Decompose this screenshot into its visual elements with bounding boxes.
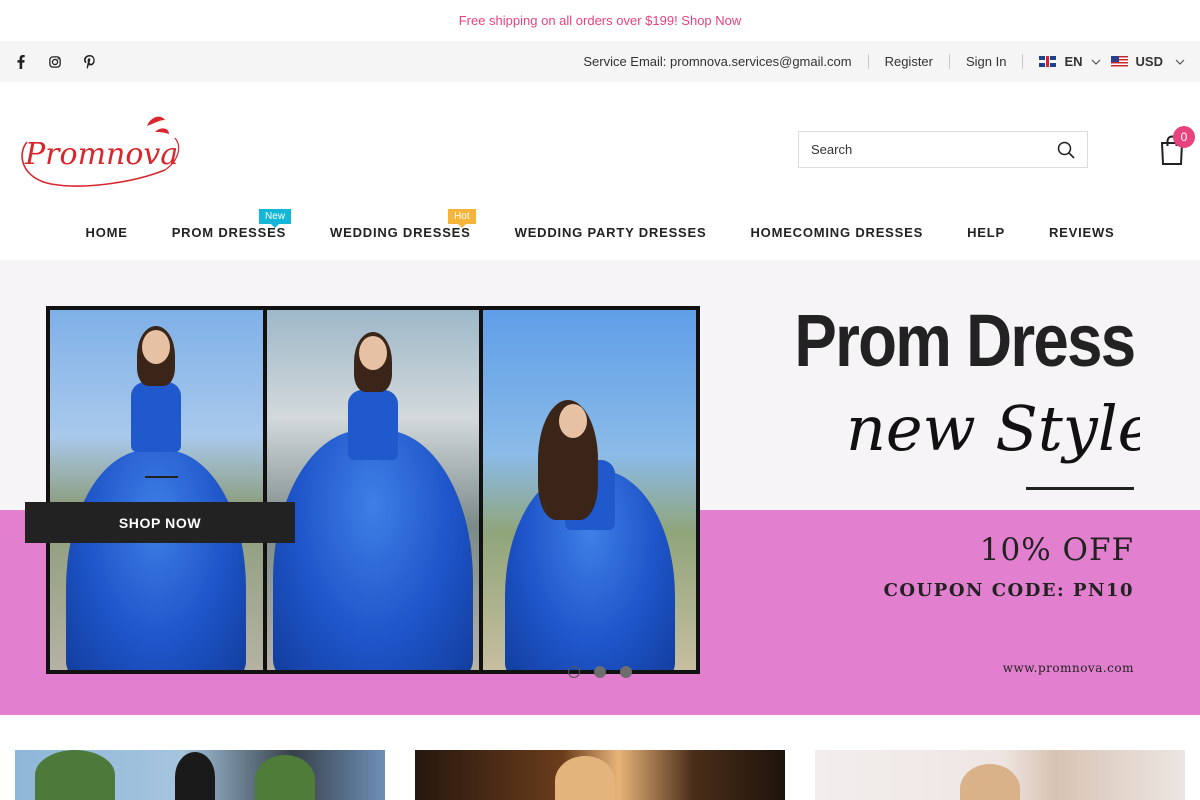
nav-item-wedding-dresses[interactable]: Hot WEDDING DRESSES	[308, 204, 493, 260]
model-photo	[483, 310, 697, 670]
hero-banner[interactable]: SHOP NOW Prom Dress new Style 10% OFF CO…	[0, 260, 1200, 715]
card-image-detail	[555, 756, 615, 800]
card-image-detail	[35, 750, 115, 800]
card-image-detail	[255, 755, 315, 800]
search-icon[interactable]	[1057, 141, 1075, 159]
service-email: Service Email: promnova.services@gmail.c…	[583, 54, 852, 69]
slider-dot[interactable]	[568, 666, 580, 678]
divider	[867, 54, 869, 69]
nav-item-help[interactable]: HELP	[945, 204, 1027, 260]
new-badge: New	[259, 209, 292, 228]
sign-in-link[interactable]: Sign In	[966, 54, 1006, 69]
hot-badge: Hot	[448, 209, 476, 228]
register-link[interactable]: Register	[885, 54, 933, 69]
nav-label: HOMECOMING DRESSES	[750, 224, 924, 240]
hero-script-text: new Style	[846, 392, 1140, 465]
pinterest-icon[interactable]	[83, 54, 95, 69]
social-links	[15, 54, 95, 69]
nav-item-prom-dresses[interactable]: New PROM DRESSES	[150, 204, 308, 260]
hero-title: Prom Dress	[793, 299, 1136, 382]
main-nav: HOME New PROM DRESSES Hot WEDDING DRESSE…	[0, 204, 1200, 260]
nav-label: PROM DRESSES	[171, 224, 287, 240]
nav-item-homecoming-dresses[interactable]: HOMECOMING DRESSES	[728, 204, 945, 260]
nav-label: HOME	[85, 224, 128, 240]
hero-underline	[1026, 487, 1134, 490]
us-flag-icon	[1110, 56, 1128, 67]
hero-url: www.promnova.com	[1002, 661, 1134, 675]
divider	[949, 54, 950, 69]
language-value: EN	[1064, 54, 1083, 69]
shop-now-button[interactable]: SHOP NOW	[25, 502, 295, 543]
language-selector[interactable]: EN	[1039, 54, 1100, 69]
nav-item-wedding-party-dresses[interactable]: WEDDING PARTY DRESSES	[493, 204, 729, 260]
uk-flag-icon	[1039, 56, 1057, 67]
announcement-link[interactable]: Free shipping on all orders over $199! S…	[459, 13, 742, 28]
hero-coupon: COUPON CODE: PN10	[883, 580, 1134, 601]
divider	[1022, 54, 1024, 69]
nav-label: WEDDING DRESSES	[330, 224, 471, 240]
card-image-detail	[960, 764, 1020, 800]
model-photo	[50, 310, 263, 670]
instagram-icon[interactable]	[49, 55, 61, 69]
chevron-down-icon	[1175, 59, 1185, 65]
collection-card[interactable]	[15, 750, 385, 800]
nav-item-reviews[interactable]: REVIEWS	[1027, 204, 1137, 260]
cart-count-badge: 0	[1173, 126, 1195, 148]
top-bar: Service Email: promnova.services@gmail.c…	[0, 41, 1200, 82]
nav-label: REVIEWS	[1048, 224, 1115, 240]
slider-dot[interactable]	[620, 666, 632, 678]
slider-dot[interactable]	[594, 666, 606, 678]
currency-selector[interactable]: USD	[1110, 54, 1185, 69]
logo-text: Promnova	[24, 137, 178, 172]
decorative-dash	[145, 476, 178, 478]
nav-item-home[interactable]: HOME	[64, 204, 150, 260]
nav-label: WEDDING PARTY DRESSES	[514, 224, 707, 240]
featured-collections	[0, 750, 1200, 800]
site-header: Promnova 0	[0, 82, 1200, 218]
slider-dots	[568, 666, 632, 678]
hero-discount: 10% OFF	[979, 532, 1134, 568]
hero-photo-collage	[46, 306, 700, 674]
announcement-bar: Free shipping on all orders over $199! S…	[0, 0, 1200, 41]
collection-card[interactable]	[815, 750, 1185, 800]
promnova-logo[interactable]: Promnova	[15, 112, 183, 190]
facebook-icon[interactable]	[15, 54, 27, 69]
hero-script-label: new Style	[846, 392, 1140, 465]
currency-value: USD	[1135, 54, 1163, 69]
search-input[interactable]	[811, 142, 1057, 157]
search-box	[798, 131, 1088, 168]
model-photo	[266, 310, 480, 670]
collection-card[interactable]	[415, 750, 785, 800]
account-links: Service Email: promnova.services@gmail.c…	[583, 54, 1185, 69]
chevron-down-icon	[1091, 59, 1100, 65]
nav-label: HELP	[967, 224, 1005, 240]
card-image-detail	[175, 752, 215, 800]
